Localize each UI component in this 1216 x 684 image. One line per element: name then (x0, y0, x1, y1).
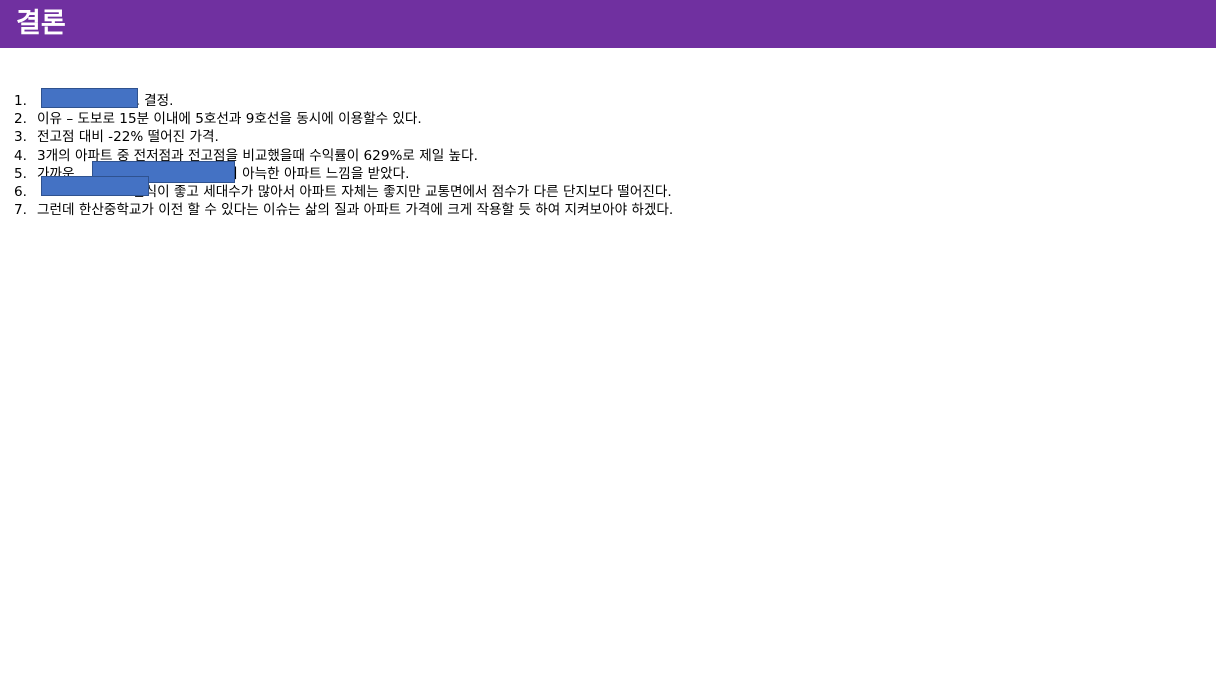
redaction-box (41, 88, 138, 108)
list-item-number: 4. (14, 147, 27, 164)
redaction-box (41, 176, 149, 196)
list-item: 7. 그런데 한산중학교가 이전 할 수 있다는 이슈는 삶의 질과 아파트 가… (14, 201, 1204, 219)
list-item: 6. 연식이 좋고 세대수가 많아서 아파트 자체는 좋지만 교통면에서 점수가… (14, 183, 1204, 201)
list-item-number: 1. (14, 93, 27, 109)
list-item-number: 7. (14, 202, 27, 219)
page-title: 결론 (16, 8, 66, 39)
list-item: 2. 이유 – 도보로 15분 이내에 5호선과 9호선을 동시에 이용할수 있… (14, 110, 1204, 128)
list-item-number: 5. (14, 165, 27, 182)
conclusion-list: 1. 으로 결정. 2. 이유 – 도보로 15분 이내에 5호선과 9호선을 … (14, 92, 1204, 219)
list-item-text: 전고점 대비 -22% 떨어진 가격. (37, 129, 219, 146)
list-item-number: 3. (14, 129, 27, 146)
list-item: 3. 전고점 대비 -22% 떨어진 가격. (14, 128, 1204, 146)
slide: 결론 1. 으로 결정. 2. 이유 – 도보로 15분 이내에 5호선과 9호… (0, 0, 1216, 684)
list-item-text: 이유 – 도보로 15분 이내에 5호선과 9호선을 동시에 이용할수 있다. (37, 111, 422, 128)
list-item: 1. 으로 결정. (14, 92, 1204, 110)
list-item-number: 2. (14, 111, 27, 128)
list-item-text: 그런데 한산중학교가 이전 할 수 있다는 이슈는 삶의 질과 아파트 가격에 … (37, 202, 674, 219)
conclusion-content: 1. 으로 결정. 2. 이유 – 도보로 15분 이내에 5호선과 9호선을 … (14, 92, 1204, 219)
list-item-number: 6. (14, 183, 27, 200)
title-bar: 결론 (0, 0, 1216, 48)
